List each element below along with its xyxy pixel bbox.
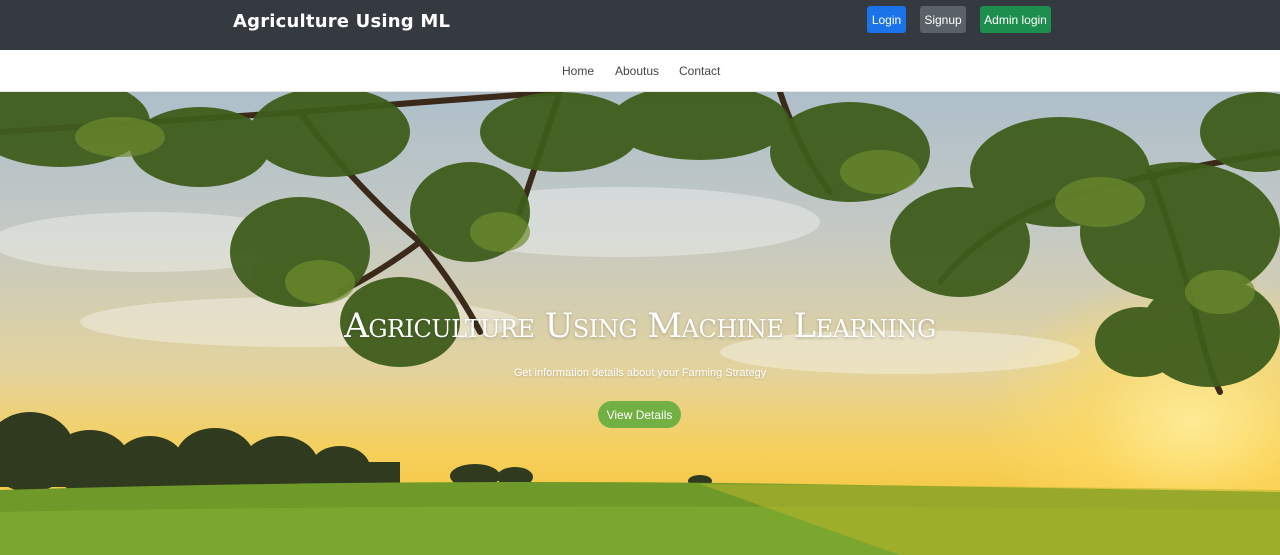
hero-title: Agriculture Using Machine Learning: [344, 306, 936, 346]
nav-item-home[interactable]: Home: [562, 64, 594, 78]
main-nav: Home Aboutus Contact: [0, 50, 1280, 92]
view-details-button[interactable]: View Details: [598, 401, 681, 428]
top-header: Agriculture Using ML Login Signup Admin …: [0, 0, 1280, 50]
signup-button[interactable]: Signup: [920, 6, 966, 33]
hero-banner: Agriculture Using Machine Learning Get i…: [0, 92, 1280, 555]
login-button[interactable]: Login: [867, 6, 906, 33]
brand-title[interactable]: Agriculture Using ML: [233, 11, 450, 32]
hero-subtitle: Get information details about your Farmi…: [513, 367, 767, 379]
nav-item-aboutus[interactable]: Aboutus: [615, 64, 659, 78]
nav-item-contact[interactable]: Contact: [679, 64, 720, 78]
admin-login-button[interactable]: Admin login: [980, 6, 1051, 33]
